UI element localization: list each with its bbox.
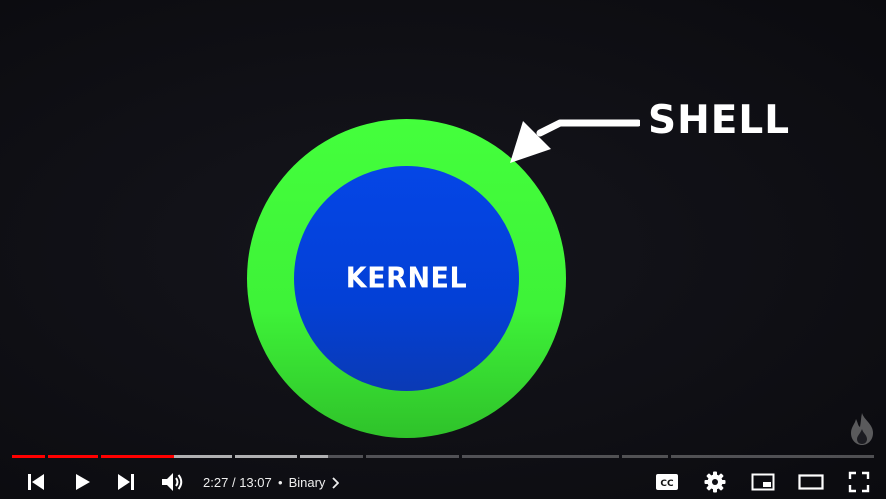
mute-button[interactable] [160, 471, 186, 493]
chapter-title: Binary [288, 475, 326, 490]
previous-button[interactable] [24, 472, 48, 492]
kernel-circle: KERNEL [294, 166, 519, 391]
settings-button[interactable] [703, 471, 727, 493]
previous-icon [28, 474, 44, 490]
cc-text: CC [660, 479, 674, 489]
kernel-label: KERNEL [345, 262, 468, 295]
video-frame[interactable]: KERNEL SHELL [0, 0, 886, 499]
volume-icon [162, 473, 183, 491]
fullscreen-button[interactable] [846, 471, 872, 493]
settings-icon [704, 471, 726, 493]
progress-bar[interactable] [12, 455, 874, 458]
miniplayer-button[interactable] [750, 472, 776, 492]
play-button[interactable] [70, 472, 94, 492]
time-display: 2:27 / 13:07 [203, 475, 272, 490]
theater-mode-icon [798, 474, 824, 490]
closed-captions-icon: CC [656, 474, 678, 490]
chapter-segment[interactable] [462, 455, 619, 458]
chapter-dot: • [278, 475, 283, 490]
subtitles-button[interactable]: CC [654, 472, 680, 492]
chapter-segment[interactable] [366, 455, 459, 458]
next-button[interactable] [114, 472, 138, 492]
buffered-segment [174, 455, 232, 458]
buffered-segment [300, 455, 328, 458]
chapter-segment[interactable] [671, 455, 874, 458]
arrow-icon [510, 119, 640, 163]
next-icon [118, 474, 134, 490]
theater-mode-button[interactable] [797, 472, 825, 492]
played-segment [12, 455, 45, 458]
duration: 13:07 [239, 475, 272, 490]
played-segment [48, 455, 98, 458]
fullscreen-icon [848, 471, 870, 493]
shell-label: SHELL [648, 98, 791, 143]
played-segment [101, 455, 174, 458]
chapter-button[interactable]: • Binary [278, 475, 340, 490]
miniplayer-icon [751, 473, 775, 491]
current-time: 2:27 [203, 475, 229, 490]
chevron-right-icon [332, 476, 340, 489]
time-separator: / [231, 475, 236, 490]
player-controls: 2:27 / 13:07 • Binary CC [0, 464, 886, 499]
chapter-segment[interactable] [622, 455, 668, 458]
play-icon [76, 474, 90, 490]
flame-watermark-icon [851, 413, 873, 445]
buffered-segment [235, 455, 297, 458]
